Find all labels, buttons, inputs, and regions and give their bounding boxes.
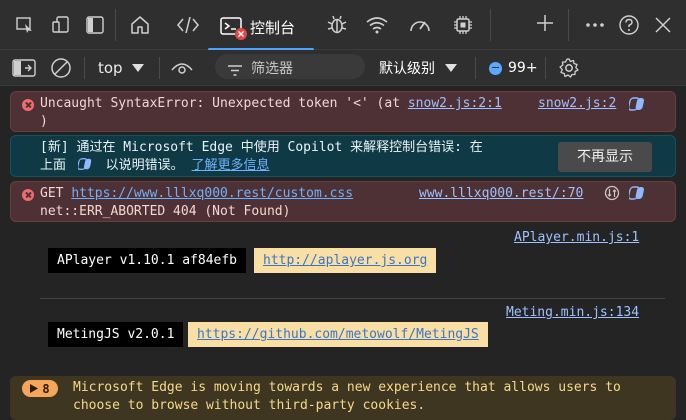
- add-tab-plus-icon[interactable]: [530, 8, 560, 38]
- network-wifi-icon[interactable]: [362, 10, 392, 40]
- failed-resource-link[interactable]: https://www.lllxq000.rest/custom.css: [71, 186, 353, 201]
- console-settings-gear-icon[interactable]: [558, 54, 580, 82]
- warning-text-line1: Microsoft Edge is moving towards a new e…: [73, 380, 621, 395]
- network-error-status: net::ERR_ABORTED 404 (Not Found): [40, 204, 291, 219]
- bug-debugger-icon[interactable]: [322, 10, 352, 40]
- copilot-inline-icon: [76, 157, 94, 177]
- warning-text-line2: choose to browse without third-party coo…: [73, 398, 426, 413]
- error-close-icon: [235, 28, 247, 40]
- warning-group-badge[interactable]: 8: [22, 380, 58, 397]
- meting-version-badge: MetingJS v2.0.1: [48, 322, 184, 347]
- performance-gauge-icon[interactable]: [405, 10, 435, 40]
- clear-console-icon[interactable]: [50, 54, 72, 82]
- filter-placeholder: 筛选器: [251, 61, 293, 77]
- device-emulation-icon[interactable]: [46, 10, 76, 40]
- tab-console[interactable]: 控制台: [208, 8, 314, 51]
- network-request-icon[interactable]: [604, 185, 620, 205]
- tab-console-label: 控制台: [250, 19, 296, 37]
- context-selector[interactable]: top: [98, 54, 144, 82]
- aplayer-version-badge: APlayer v1.10.1 af84efb: [48, 248, 247, 273]
- issues-counter[interactable]: 99+: [489, 54, 538, 82]
- network-error-source-link[interactable]: www.lllxq000.rest/:70: [419, 186, 583, 201]
- issues-count: 99+: [508, 60, 538, 76]
- error-inline-source-link[interactable]: snow2.js:2:1: [408, 96, 502, 111]
- more-options-icon[interactable]: [580, 10, 610, 40]
- console-error-network: GET https://www.lllxq000.rest/custom.css…: [10, 181, 676, 222]
- aplayer-link-badge: http://aplayer.js.org: [254, 248, 437, 273]
- meting-github-link[interactable]: https://github.com/metowolf/MetingJS: [197, 327, 479, 342]
- live-expression-eye-icon[interactable]: [170, 54, 194, 82]
- filter-icon: [228, 61, 242, 80]
- console-toolbar: top 筛选器 默认级别 99+: [0, 50, 686, 86]
- error-close-paren: ): [40, 114, 48, 129]
- aplayer-source-link[interactable]: APlayer.min.js:1: [514, 230, 639, 245]
- context-label: top: [98, 59, 123, 77]
- copilot-explain-icon[interactable]: [627, 96, 647, 116]
- devtools-tab-bar: 控制台: [0, 0, 686, 51]
- copilot-info-line1: [新] 通过在 Microsoft Edge 中使用 Copilot 来解释控制…: [40, 140, 483, 155]
- chevron-down-icon: [131, 64, 144, 72]
- error-source-link[interactable]: snow2.js:2: [538, 96, 616, 111]
- dock-side-icon[interactable]: [80, 10, 110, 40]
- log-divider: [40, 298, 665, 299]
- welcome-home-icon[interactable]: [125, 10, 155, 40]
- request-method: GET: [40, 186, 64, 201]
- memory-chip-icon[interactable]: [448, 10, 478, 40]
- inspect-element-icon[interactable]: [10, 10, 40, 40]
- sidebar-toggle-icon[interactable]: [12, 54, 36, 82]
- error-icon: [22, 189, 34, 201]
- close-devtools-icon[interactable]: [648, 10, 678, 40]
- meting-link-badge: https://github.com/metowolf/MetingJS: [188, 322, 488, 347]
- warning-count: 8: [42, 381, 50, 396]
- expand-arrow-icon: [30, 384, 39, 393]
- console-error-syntax: Uncaught SyntaxError: Unexpected token '…: [10, 91, 676, 132]
- copilot-explain-icon[interactable]: [627, 185, 647, 205]
- filter-input[interactable]: 筛选器: [215, 54, 365, 79]
- error-icon: [22, 99, 34, 111]
- chevron-down-icon: [445, 64, 457, 72]
- log-level-dropdown[interactable]: 默认级别: [379, 54, 457, 82]
- copilot-info-line2-middle: 以说明错误。: [105, 158, 184, 173]
- meting-source-link[interactable]: Meting.min.js:134: [506, 305, 639, 320]
- error-message-text: Uncaught SyntaxError: Unexpected token '…: [40, 96, 401, 111]
- help-icon[interactable]: [614, 10, 644, 40]
- issues-chat-icon: [489, 61, 502, 75]
- elements-code-icon[interactable]: [173, 10, 203, 40]
- dont-show-again-button[interactable]: 不再显示: [558, 142, 652, 172]
- aplayer-homepage-link[interactable]: http://aplayer.js.org: [263, 253, 427, 268]
- log-level-label: 默认级别: [379, 61, 435, 77]
- console-warning-cookies: 8 Microsoft Edge is moving towards a new…: [10, 376, 676, 420]
- learn-more-link[interactable]: 了解更多信息: [192, 158, 270, 173]
- copilot-info-line2-prefix: 上面: [40, 158, 67, 173]
